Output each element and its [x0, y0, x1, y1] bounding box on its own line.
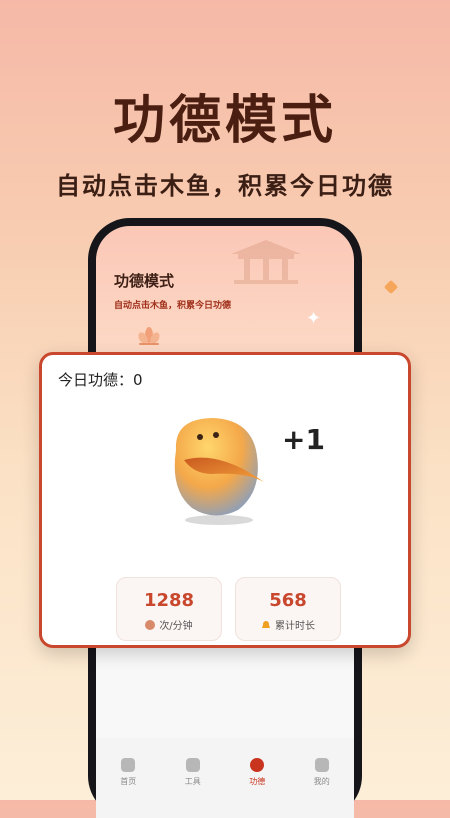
lotus-icon	[138, 327, 160, 345]
tab-merit[interactable]: 功德	[232, 758, 282, 787]
stat-rate-label: 次/分钟	[159, 621, 193, 632]
increment-label: +1	[282, 423, 325, 456]
today-merit-label: 今日功德：0	[58, 371, 143, 389]
home-icon	[121, 758, 136, 772]
bell-icon	[262, 620, 270, 628]
tools-icon	[185, 758, 200, 772]
sparkle-icon: ✦	[306, 308, 322, 329]
tab-tools[interactable]: 工具	[168, 758, 218, 787]
tab-label: 我的	[313, 777, 330, 786]
stat-rate: 1288 次/分钟	[116, 577, 222, 641]
tab-label: 功德	[249, 777, 266, 786]
tab-label: 工具	[184, 777, 201, 786]
tab-profile[interactable]: 我的	[297, 758, 347, 787]
stat-rate-value: 1288	[143, 590, 195, 611]
tab-bar: 首页 工具 功德 我的	[96, 738, 354, 818]
stat-duration-value: 568	[269, 590, 307, 611]
temple-icon	[231, 240, 301, 284]
merit-card: 今日功德：0 +1 1288 次/分钟 568 累计时长	[39, 352, 411, 648]
screen-title: 功德模式	[114, 272, 175, 290]
tab-label: 首页	[120, 777, 137, 786]
wooden-fish-button[interactable]	[164, 410, 274, 525]
profile-icon	[314, 758, 329, 772]
stat-duration: 568 累计时长	[235, 577, 341, 641]
hero-title: 功德模式	[112, 91, 337, 151]
sparkle-diamond-icon	[383, 279, 399, 295]
wooden-fish-icon	[145, 619, 156, 630]
stat-duration-label: 累计时长	[275, 621, 315, 632]
hero-subtitle: 自动点击木鱼，积累今日功德	[56, 172, 394, 200]
merit-icon	[250, 758, 265, 772]
tab-home[interactable]: 首页	[103, 758, 153, 787]
screen-subtitle: 自动点击木鱼，积累今日功德	[114, 301, 232, 311]
